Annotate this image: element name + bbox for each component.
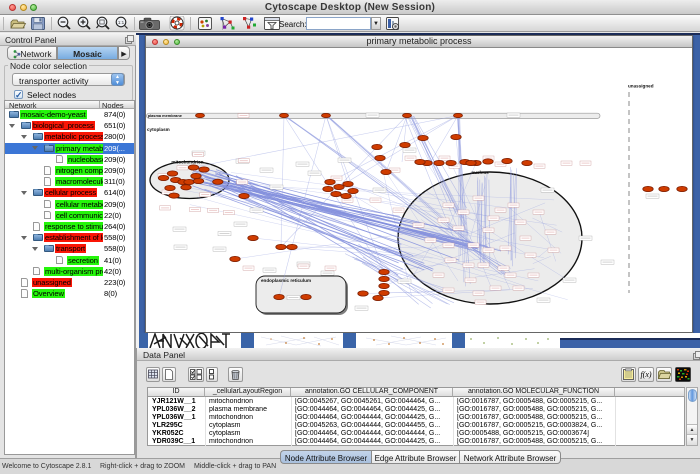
svg-text:1:1: 1:1 bbox=[118, 20, 125, 25]
svg-text:nucleus: nucleus bbox=[471, 170, 489, 175]
svg-text:unassigned: unassigned bbox=[628, 84, 654, 89]
svg-text:plasma membrane: plasma membrane bbox=[148, 113, 183, 118]
svg-text:cytoplasm: cytoplasm bbox=[147, 127, 170, 132]
svg-text:endoplasmic reticulum: endoplasmic reticulum bbox=[261, 278, 311, 283]
svg-text:mitochondrion: mitochondrion bbox=[171, 160, 203, 165]
